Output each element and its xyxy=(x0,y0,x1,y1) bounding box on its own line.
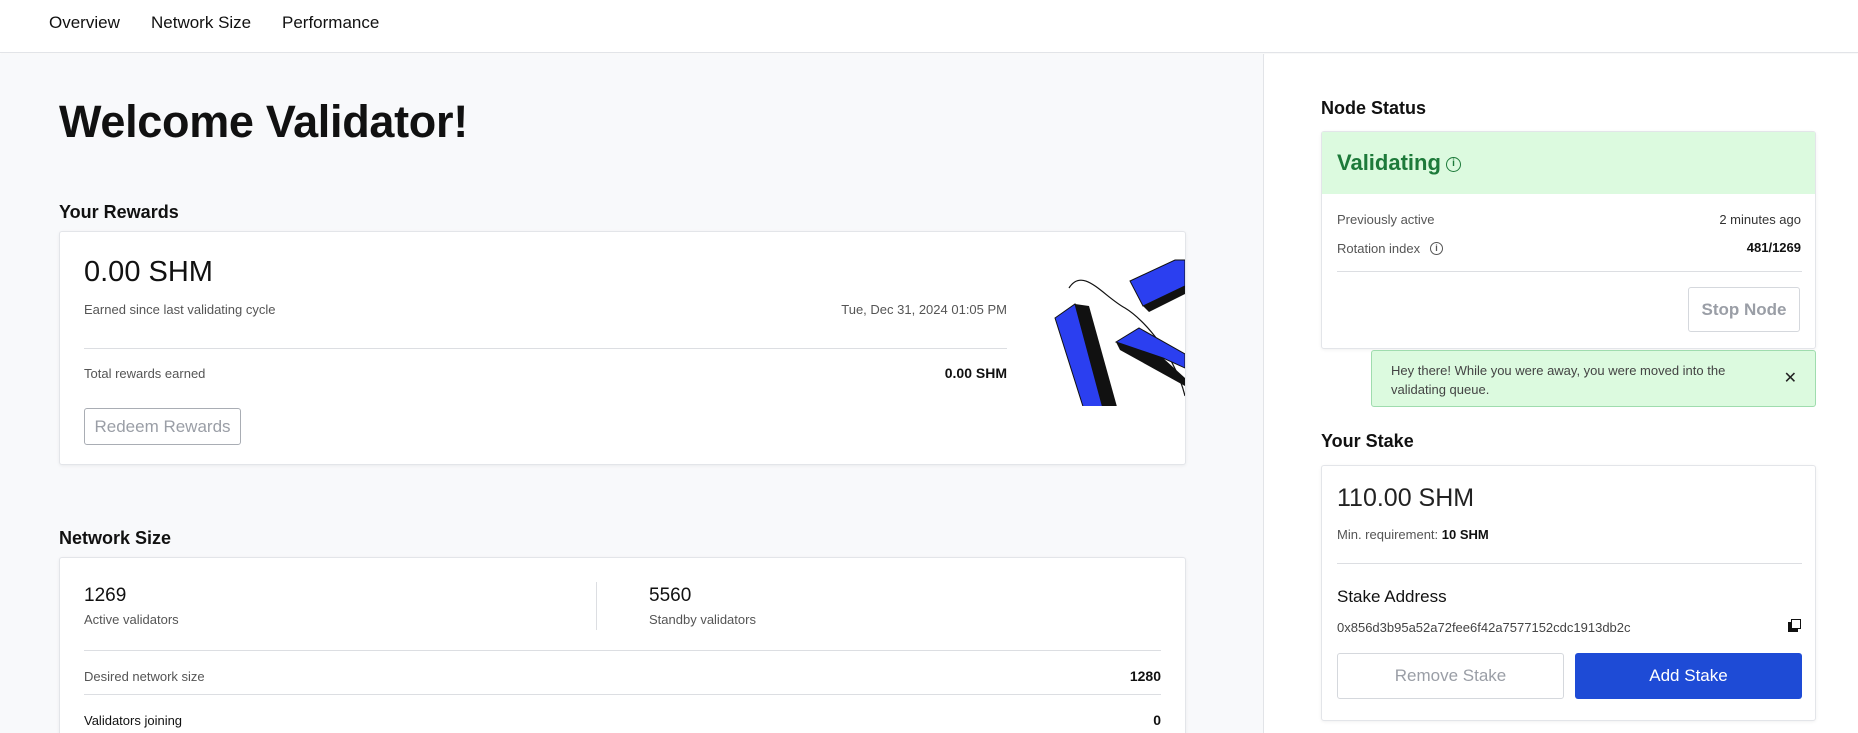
standby-validators-label: Standby validators xyxy=(649,612,756,627)
validators-joining-label: Validators joining xyxy=(84,713,183,728)
top-navigation: Overview Network Size Performance xyxy=(0,0,1858,53)
total-rewards-value: 0.00 SHM xyxy=(944,365,1007,381)
stake-amount: 110.00 SHM xyxy=(1337,484,1475,512)
close-icon[interactable]: ✕ xyxy=(1784,368,1797,388)
rotation-index-label: Rotation index xyxy=(1337,241,1421,256)
rewards-amount: 0.00 SHM xyxy=(84,256,213,288)
add-stake-button[interactable]: Add Stake xyxy=(1575,653,1802,699)
active-validators-count: 1269 xyxy=(84,585,127,606)
page-title: Welcome Validator! xyxy=(59,96,468,147)
node-status-title: Node Status xyxy=(1321,98,1427,118)
rewards-timestamp: Tue, Dec 31, 2024 01:05 PM xyxy=(841,302,1007,317)
stop-node-button[interactable]: Stop Node xyxy=(1688,287,1800,332)
stake-address-title: Stake Address xyxy=(1337,587,1447,606)
divider xyxy=(84,650,1161,651)
remove-stake-button[interactable]: Remove Stake xyxy=(1337,653,1564,699)
node-status-card: Validating i Previously active 2 minutes… xyxy=(1321,131,1816,349)
min-requirement-label: Min. requirement: xyxy=(1337,527,1439,542)
active-validators-label: Active validators xyxy=(84,612,179,627)
rewards-card: 0.00 SHM Earned since last validating cy… xyxy=(59,231,1186,465)
validators-joining-value: 0 xyxy=(1153,712,1161,728)
network-card: 1269 Active validators 5560 Standby vali… xyxy=(59,557,1186,733)
info-icon[interactable]: i xyxy=(1430,242,1443,255)
rewards-illustration xyxy=(1054,259,1185,406)
network-section-title: Network Size xyxy=(59,528,172,548)
previously-active-label: Previously active xyxy=(1337,212,1435,227)
previously-active-value: 2 minutes ago xyxy=(1719,212,1801,227)
desired-network-size-value: 1280 xyxy=(1129,668,1161,684)
redeem-rewards-button[interactable]: Redeem Rewards xyxy=(84,408,241,445)
node-status-label: Validating xyxy=(1337,150,1441,175)
stake-address: 0x856d3b95a52a72fee6f42a7577152cdc1913db… xyxy=(1337,620,1631,635)
stake-card: 110.00 SHM Min. requirement: 10 SHM Stak… xyxy=(1321,465,1816,721)
notification-toast: Hey there! While you were away, you were… xyxy=(1371,350,1816,407)
standby-validators-count: 5560 xyxy=(649,585,692,606)
min-requirement: Min. requirement: 10 SHM xyxy=(1337,527,1489,542)
stake-section-title: Your Stake xyxy=(1321,431,1414,451)
desired-network-size-label: Desired network size xyxy=(84,669,205,684)
total-rewards-label: Total rewards earned xyxy=(84,366,206,381)
divider xyxy=(1337,563,1802,564)
min-requirement-value: 10 SHM xyxy=(1441,527,1489,542)
tab-network-size[interactable]: Network Size xyxy=(151,13,251,33)
rewards-earned-label: Earned since last validating cycle xyxy=(84,302,276,317)
divider xyxy=(1337,271,1802,272)
copy-icon[interactable] xyxy=(1788,619,1802,633)
node-status-header: Validating i xyxy=(1322,132,1815,194)
tab-overview[interactable]: Overview xyxy=(49,13,120,33)
column-divider xyxy=(596,582,597,630)
divider xyxy=(84,348,1007,349)
info-icon[interactable]: i xyxy=(1446,157,1461,172)
notification-message: Hey there! While you were away, you were… xyxy=(1391,363,1726,397)
main-content: Welcome Validator! Your Rewards 0.00 SHM… xyxy=(0,54,1264,733)
rotation-index-value: 481/1269 xyxy=(1746,240,1801,255)
rewards-section-title: Your Rewards xyxy=(59,202,179,222)
divider xyxy=(84,694,1161,695)
tab-performance[interactable]: Performance xyxy=(282,13,379,33)
